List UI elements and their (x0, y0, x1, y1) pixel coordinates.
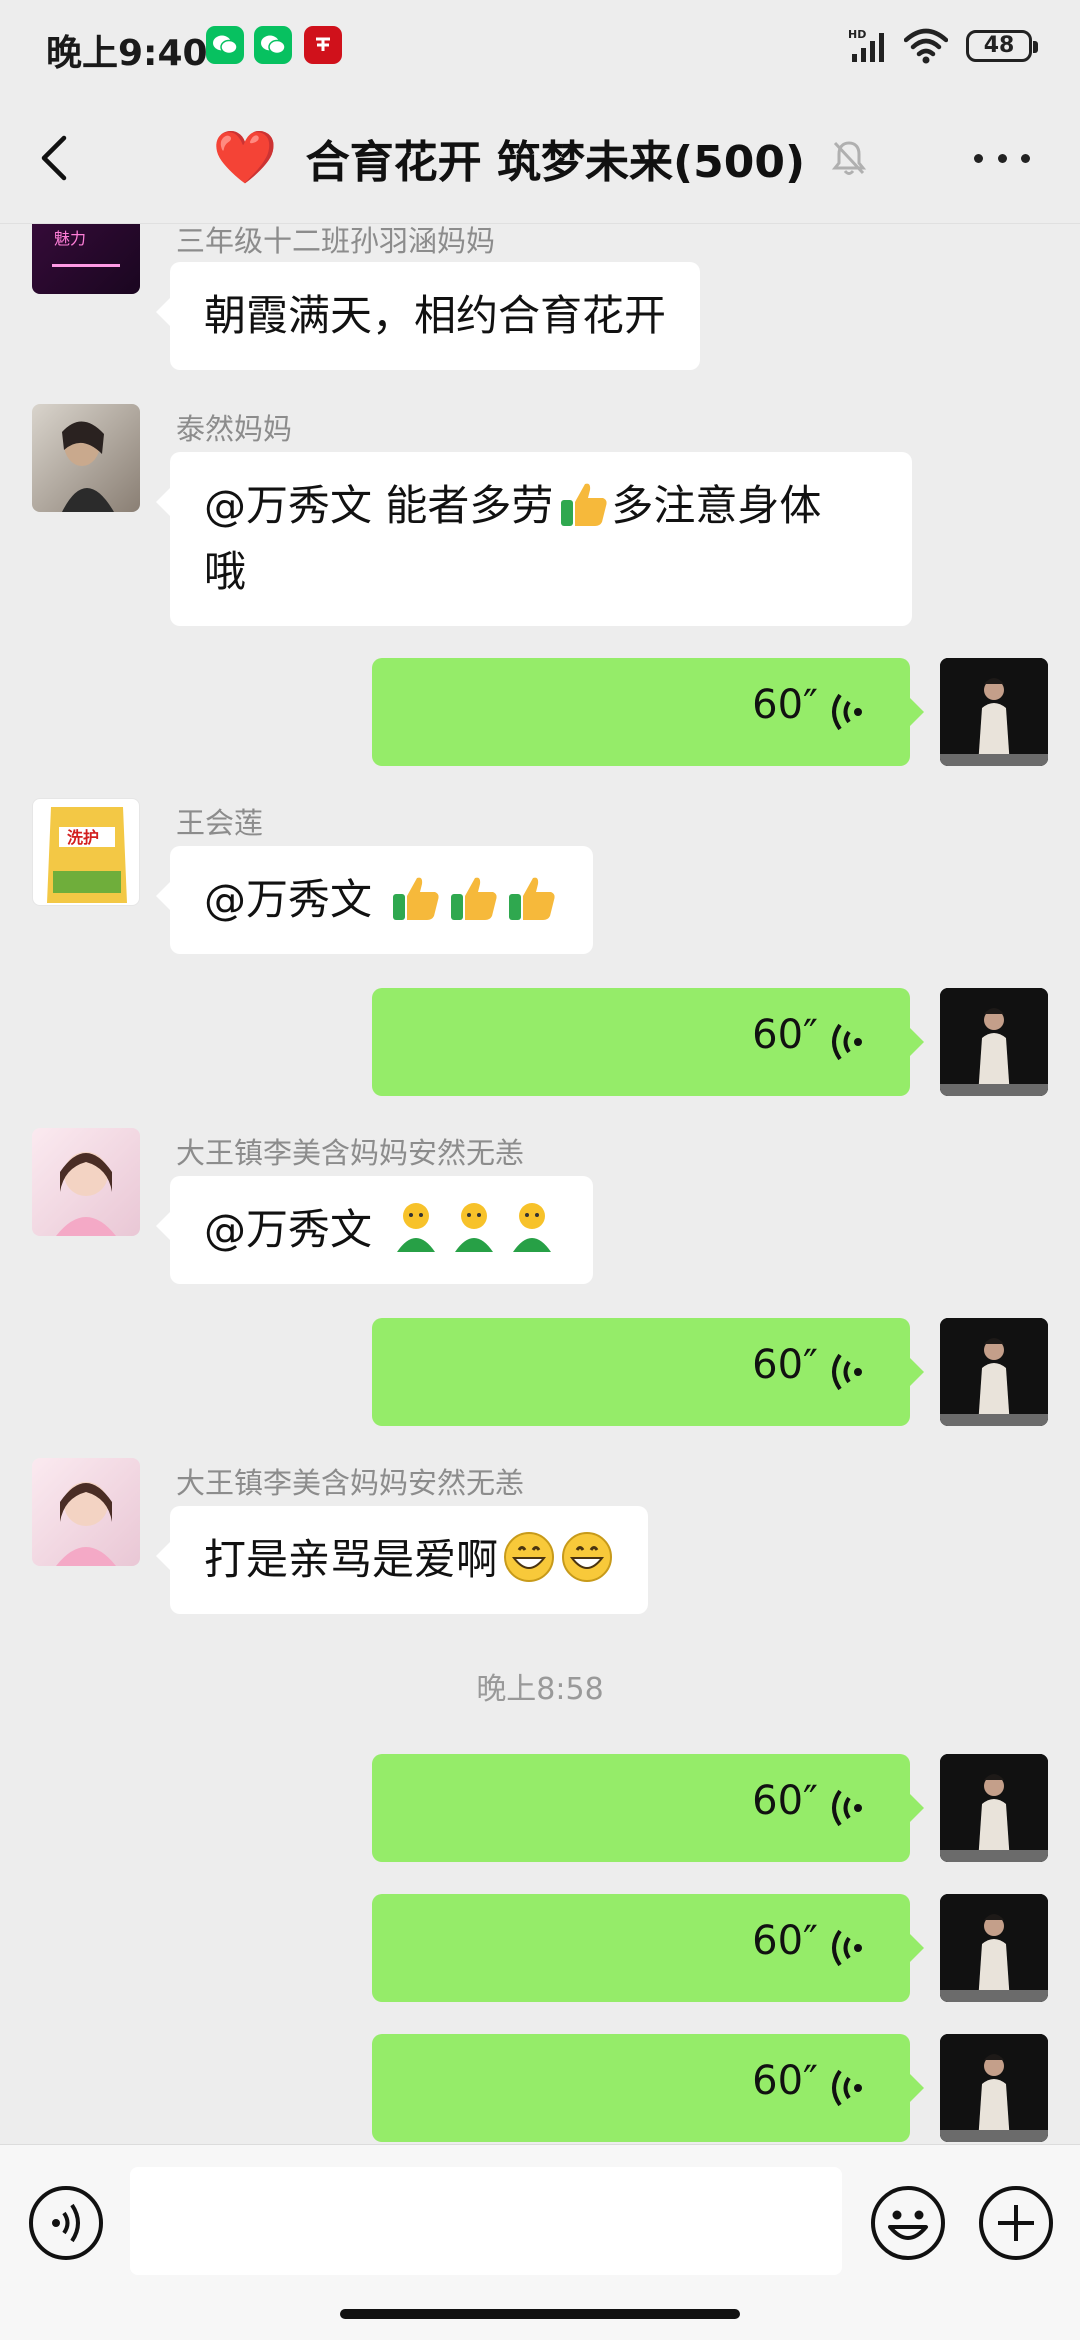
my-avatar[interactable] (940, 2034, 1048, 2142)
voice-duration: 60″ (752, 682, 818, 728)
wechat-notification-icon (206, 26, 244, 64)
sender-avatar[interactable] (32, 404, 140, 512)
group-title: 合育花开 筑梦未来(500) (305, 137, 806, 188)
yellow-figure-emoji-icon (513, 1203, 552, 1252)
message-text: 打是亲骂是爱啊 (204, 1535, 499, 1584)
incoming-message[interactable]: @万秀文 (155, 846, 594, 954)
outgoing-voice-message[interactable]: 60″ (372, 1318, 924, 1426)
thumbs-up-emoji-icon (393, 877, 439, 920)
clock: 晚上9:40 (46, 33, 208, 74)
message-text: @万秀文 (204, 1205, 386, 1254)
outgoing-voice-message[interactable]: 60″ (372, 1894, 924, 2002)
incoming-message[interactable]: 打是亲骂是爱啊 (155, 1506, 649, 1614)
my-avatar[interactable] (940, 988, 1048, 1096)
mute-bell-icon (831, 141, 867, 175)
wechat-notification-icon (254, 26, 292, 64)
yellow-figure-emoji-icon (455, 1203, 494, 1252)
voice-play-icon (832, 1929, 862, 1967)
more-options-button[interactable] (974, 138, 1030, 178)
incoming-message[interactable]: @万秀文 能者多劳 多注意身体 哦 (156, 452, 912, 626)
voice-play-icon (832, 1023, 862, 1061)
my-avatar[interactable] (940, 1894, 1048, 2002)
message-list[interactable]: 魅力 三年级十二班孙羽涵妈妈 朝霞满天，相约合育花开 泰然妈妈 @万秀文 能者多… (0, 224, 1080, 2144)
message-timestamp: 晚上8:58 (476, 1672, 604, 1707)
voice-duration: 60″ (752, 1012, 818, 1058)
thumbs-up-emoji-icon (451, 877, 497, 920)
sender-name: 泰然妈妈 (176, 412, 293, 446)
chat-header: ❤️ 合育花开 筑梦未来(500) (0, 92, 1080, 224)
voice-play-icon (832, 1353, 862, 1391)
battery-indicator: 48 (966, 30, 1038, 62)
input-bar (0, 2144, 1080, 2340)
my-avatar[interactable] (940, 1754, 1048, 1862)
status-bar: 晚上9:40 HD 48 (0, 0, 1080, 92)
sender-avatar[interactable]: 洗护 (32, 798, 140, 906)
news-app-notification-icon (304, 26, 342, 64)
voice-play-icon (832, 693, 862, 731)
more-dot-icon (974, 153, 983, 163)
message-text: 多注意身体 (611, 481, 822, 530)
home-indicator[interactable] (340, 2309, 740, 2319)
voice-duration: 60″ (752, 1918, 818, 1964)
thumbs-up-emoji-icon (561, 483, 607, 526)
grinning-face-emoji-icon (504, 1532, 555, 1582)
sender-name: 王会莲 (176, 806, 264, 840)
voice-duration: 60″ (752, 1778, 818, 1824)
outgoing-voice-message[interactable]: 60″ (372, 2034, 924, 2142)
more-dot-icon (1021, 153, 1030, 163)
svg-text:洗护: 洗护 (67, 828, 99, 847)
svg-text:HD: HD (848, 28, 866, 41)
message-text: @万秀文 能者多劳 (204, 481, 554, 530)
outgoing-voice-message[interactable]: 60″ (372, 988, 924, 1096)
my-avatar[interactable] (940, 1318, 1048, 1426)
voice-duration: 60″ (752, 1342, 818, 1388)
outgoing-voice-message[interactable]: 60″ (372, 658, 924, 766)
more-functions-plus-button[interactable] (978, 2185, 1054, 2261)
outgoing-voice-message[interactable]: 60″ (372, 1754, 924, 1862)
incoming-message[interactable]: 朝霞满天，相约合育花开 (155, 262, 701, 370)
grinning-face-emoji-icon (562, 1532, 613, 1582)
voice-play-icon (832, 2069, 862, 2107)
back-button[interactable] (30, 130, 86, 186)
thumbs-up-emoji-icon (509, 877, 555, 920)
sender-avatar[interactable]: 魅力 (32, 224, 140, 294)
voice-duration: 60″ (752, 2058, 818, 2104)
sender-name: 大王镇李美含妈妈安然无恙 (176, 1136, 525, 1170)
voice-play-icon (832, 1789, 862, 1827)
sender-avatar[interactable] (32, 1458, 140, 1566)
wifi-icon (904, 28, 948, 64)
svg-text:魅力: 魅力 (54, 229, 86, 248)
yellow-figure-emoji-icon (397, 1203, 436, 1252)
sender-avatar[interactable] (32, 1128, 140, 1236)
sender-name: 大王镇李美含妈妈安然无恙 (176, 1466, 525, 1500)
heart-emoji: ❤️ (212, 128, 278, 188)
sender-name: 三年级十二班孙羽涵妈妈 (176, 224, 496, 258)
voice-input-button[interactable] (28, 2185, 104, 2261)
emoji-button[interactable] (870, 2185, 946, 2261)
incoming-message[interactable]: @万秀文 (155, 1176, 594, 1284)
message-text: 哦 (204, 547, 247, 596)
my-avatar[interactable] (940, 658, 1048, 766)
message-input[interactable] (130, 2167, 842, 2275)
cellular-signal-icon: HD (848, 28, 884, 62)
more-dot-icon (997, 153, 1007, 163)
message-text: @万秀文 (204, 875, 386, 924)
message-text: 朝霞满天，相约合育花开 (204, 291, 667, 340)
